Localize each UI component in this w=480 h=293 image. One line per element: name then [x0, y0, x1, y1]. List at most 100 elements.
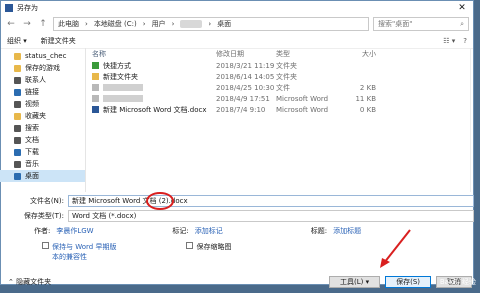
breadcrumb-desktop[interactable]: 桌面 [217, 19, 231, 29]
file-date: 2018/3/21 11:19 [216, 61, 275, 70]
title-value[interactable]: 添加标题 [333, 226, 361, 236]
breadcrumb-drive[interactable]: 本地磁盘 (C:) [94, 19, 137, 29]
tools-button[interactable]: 工具(L) ▾ [328, 276, 381, 288]
watermark: Baidu 经验 [439, 278, 476, 286]
compat-checkbox[interactable]: 保持与 Word 早期版 本的兼容性 [42, 242, 116, 262]
nav-sidebar: status_chec 保存的游戏联系人链接视频收藏夹搜索文档下载音乐桌面 [0, 48, 86, 192]
file-list: 名称 修改日期 类型 大小 快捷方式 2018/3/21 11:19 文件夹 新建文件… [86, 48, 480, 192]
file-row[interactable]: 2018/4/9 17:51 Microsoft Word 11 KB [86, 93, 480, 104]
filename-label: 文件名(N): [29, 196, 64, 205]
sidebar-item[interactable]: 文档 [0, 134, 85, 146]
tags-label: 标记: [172, 227, 189, 235]
dialog-footer: ⌃ 隐藏文件夹 工具(L) ▾ 保存(S) 取消 [0, 271, 480, 293]
folder-icon [14, 160, 21, 168]
checkbox-box[interactable] [186, 242, 194, 249]
toolbar: 组织 ▾ 新建文件夹 ☷ ▾ ? [1, 33, 473, 49]
folder-icon [92, 62, 99, 69]
file-type: 文件 [276, 83, 290, 92]
blurred-username [180, 20, 203, 28]
scrollbar[interactable] [470, 48, 480, 192]
help-icon[interactable]: ? [463, 37, 467, 45]
new-folder-button[interactable]: 新建文件夹 [41, 36, 76, 46]
sidebar-item-label: 音乐 [25, 160, 39, 168]
file-size: 2 KB [359, 83, 376, 92]
folder-icon [14, 100, 21, 108]
word-doc-icon [92, 106, 99, 113]
title-label: 标题: [310, 227, 328, 235]
file-row[interactable]: 新建文件夹 2018/6/14 14:05 文件夹 [86, 71, 480, 82]
address-row: ← → ↑ 此电脑 › 本地磁盘 (C:) › 用户 › › 桌面 搜索"桌面" ⌕ [1, 15, 473, 33]
search-input[interactable]: 搜索"桌面" ⌕ [373, 17, 469, 31]
folder-icon [92, 73, 99, 80]
sidebar-item[interactable]: 联系人 [0, 74, 85, 86]
file-date: 2018/6/14 14:05 [216, 72, 275, 81]
savetype-select[interactable]: Word 文档 (*.docx) [68, 209, 474, 222]
folder-icon [14, 172, 21, 180]
highlight-circle [146, 192, 174, 210]
author-value[interactable]: 李晨作LGW [56, 226, 166, 236]
savetype-label: 保存类型(T): [23, 211, 64, 220]
sidebar-item-label: 收藏夹 [25, 112, 46, 120]
window-title: 另存为 [17, 4, 38, 12]
sidebar-item[interactable]: status_chec [0, 50, 85, 62]
sidebar-item[interactable]: 收藏夹 [0, 110, 85, 122]
file-size: 0 KB [359, 105, 376, 114]
options-row: 保持与 Word 早期版 本的兼容性 保存缩略图 [6, 242, 474, 262]
blurred-filename [103, 84, 143, 91]
forward-icon[interactable]: → [21, 19, 33, 29]
browser-pane: status_chec 保存的游戏联系人链接视频收藏夹搜索文档下载音乐桌面 名称 … [0, 48, 480, 192]
file-type: 文件夹 [276, 72, 297, 81]
tags-value[interactable]: 添加标记 [195, 226, 305, 236]
thumbnail-checkbox[interactable]: 保存缩略图 [186, 242, 231, 262]
blurred-filename [103, 95, 143, 102]
column-modified[interactable]: 修改日期 [216, 49, 276, 59]
file-size: 11 KB [355, 94, 376, 103]
file-row[interactable]: 2018/4/25 10:30 文件 2 KB [86, 82, 480, 93]
file-date: 2018/4/25 10:30 [216, 83, 275, 92]
hide-folders-toggle[interactable]: ⌃ 隐藏文件夹 [8, 277, 51, 287]
checkbox-box[interactable] [42, 242, 49, 249]
breadcrumb-users[interactable]: 用户 [152, 19, 166, 29]
breadcrumb-pc[interactable]: 此电脑 [58, 19, 79, 29]
title-bar: 另存为 ✕ [1, 1, 473, 15]
sidebar-item-label: 视频 [25, 100, 39, 108]
file-name: 新建 Microsoft Word 文档.docx [103, 105, 207, 114]
file-name: 新建文件夹 [103, 72, 138, 81]
close-icon[interactable]: ✕ [451, 1, 473, 15]
sidebar-item-label: 保存的游戏 [25, 64, 60, 72]
sidebar-item[interactable]: 桌面 [0, 170, 85, 182]
sidebar-item-label: 链接 [25, 88, 39, 96]
sidebar-item-label: 文档 [25, 136, 39, 144]
sidebar-item[interactable]: 下载 [0, 146, 85, 158]
list-header: 名称 修改日期 类型 大小 [86, 48, 480, 60]
sidebar-item-label: 搜索 [25, 124, 39, 132]
column-name[interactable]: 名称 [86, 49, 216, 59]
folder-icon [14, 112, 21, 120]
sidebar-item[interactable]: 保存的游戏 [0, 62, 85, 74]
sidebar-item-label: 下载 [25, 148, 39, 156]
sidebar-item[interactable]: 搜索 [0, 122, 85, 134]
file-date: 2018/7/4 9:10 [216, 105, 266, 114]
author-label: 作者: [34, 227, 51, 235]
folder-icon [14, 64, 21, 72]
column-size[interactable]: 大小 [336, 49, 376, 59]
sidebar-item[interactable]: 视频 [0, 98, 85, 110]
column-type[interactable]: 类型 [276, 49, 336, 59]
sidebar-item[interactable]: 链接 [0, 86, 85, 98]
search-icon: ⌕ [460, 19, 464, 28]
file-type: Microsoft Word [276, 94, 329, 103]
folder-icon [14, 88, 21, 96]
folder-icon [92, 95, 99, 102]
save-button[interactable]: 保存(S) [385, 276, 431, 288]
sidebar-item[interactable]: 音乐 [0, 158, 85, 170]
view-options-icon[interactable]: ☷ ▾ [443, 37, 455, 45]
filename-input[interactable]: 新建 Microsoft Word 文档 (2).docx [68, 194, 474, 207]
sidebar-item-label: 联系人 [25, 76, 46, 84]
organize-button[interactable]: 组织 ▾ [7, 36, 27, 46]
up-icon[interactable]: ↑ [37, 19, 49, 29]
address-bar[interactable]: 此电脑 › 本地磁盘 (C:) › 用户 › › 桌面 [53, 17, 369, 31]
file-row[interactable]: 快捷方式 2018/3/21 11:19 文件夹 [86, 60, 480, 71]
folder-icon [14, 148, 21, 156]
back-icon[interactable]: ← [5, 19, 17, 29]
file-row[interactable]: 新建 Microsoft Word 文档.docx 2018/7/4 9:10 Mi… [86, 104, 480, 115]
